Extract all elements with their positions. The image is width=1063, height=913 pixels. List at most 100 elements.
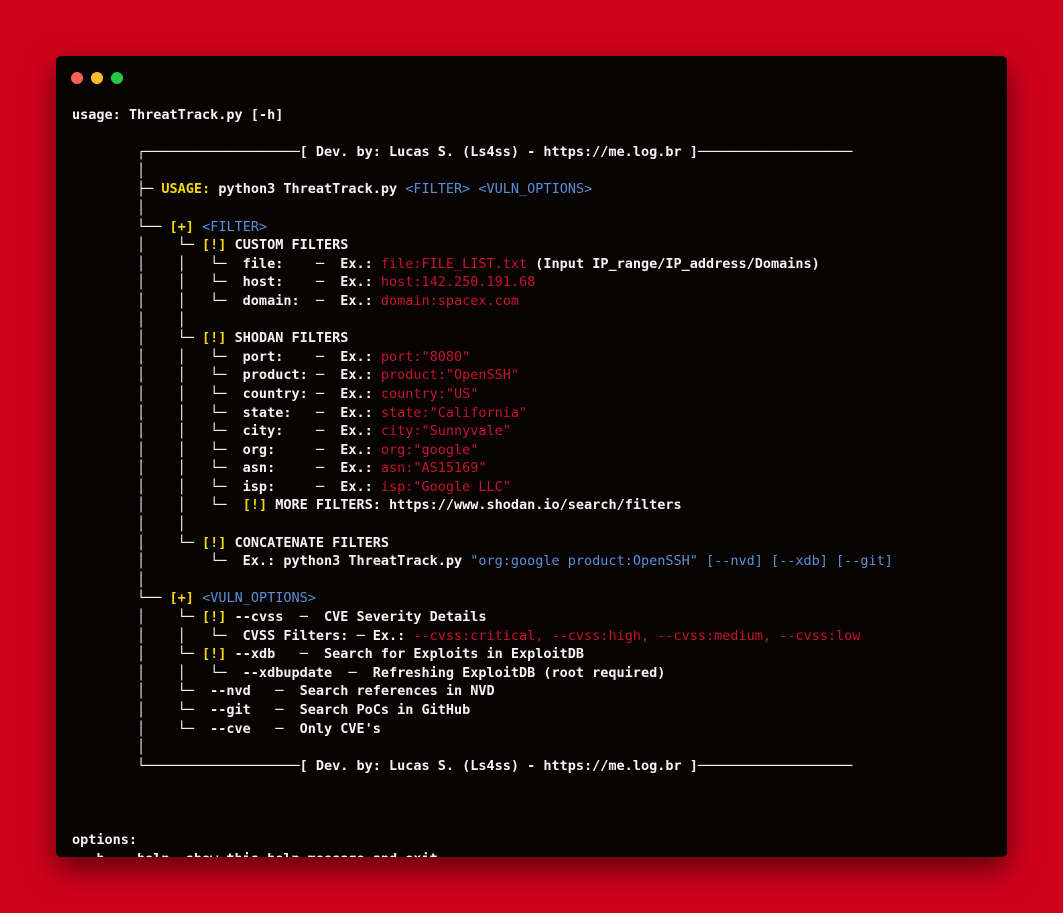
terminal-line: └── [+] <VULN_OPTIONS> <box>72 589 1007 608</box>
terminal-text-segment: │ └─ <box>72 237 203 254</box>
terminal-text-segment: └── <box>72 218 170 235</box>
terminal-text-segment: ┌───────────────────[ Dev. by: Lucas S. … <box>72 144 853 161</box>
terminal-text-segment: │ <box>72 739 146 756</box>
terminal-text-segment: state:"California" <box>380 404 528 421</box>
terminal-text-segment: CONCATENATE FILTERS <box>226 534 389 551</box>
terminal-text-segment: │ │ └─ state: ─ Ex.: <box>72 404 381 421</box>
terminal-text-segment: usage: ThreatTrack.py [-h] <box>72 107 284 123</box>
terminal-text-segment: └── <box>72 590 170 607</box>
terminal-window: usage: ThreatTrack.py [-h] ┌────────────… <box>56 56 1007 857</box>
terminal-line: usage: ThreatTrack.py [-h] <box>72 106 1007 125</box>
terminal-line: │ │ └─ product: ─ Ex.: product:"OpenSSH" <box>72 366 1007 385</box>
terminal-text-segment: python3 ThreatTrack.py <box>210 181 406 198</box>
terminal-text-segment: MORE FILTERS: https://www.shodan.io/sear… <box>267 497 682 514</box>
terminal-text-segment: [!] <box>202 330 227 347</box>
terminal-text-segment: [+] <box>169 590 194 607</box>
terminal-line: │ │ └─ port: ─ Ex.: port:"8080" <box>72 348 1007 367</box>
close-window-button[interactable] <box>71 72 83 84</box>
terminal-text-segment: [!] <box>202 534 227 551</box>
terminal-line: │ <box>72 199 1007 218</box>
terminal-text-segment: SHODAN FILTERS <box>226 330 349 347</box>
terminal-line: │ │ └─ state: ─ Ex.: state:"California" <box>72 404 1007 423</box>
terminal-line: │ │ └─ org: ─ Ex.: org:"google" <box>72 441 1007 460</box>
terminal-text-segment: country:"US" <box>380 385 479 402</box>
terminal-line: ┌───────────────────[ Dev. by: Lucas S. … <box>72 143 1007 162</box>
terminal-text-segment: └───────────────────[ Dev. by: Lucas S. … <box>72 757 853 774</box>
terminal-line: │ └─ --cve ─ Only CVE's <box>72 720 1007 739</box>
terminal-text-segment: │ └─ --cve ─ Only CVE's <box>72 720 381 737</box>
terminal-text-segment: │ └─ --nvd ─ Search references in NVD <box>72 683 495 700</box>
terminal-text-segment: -h, --help show this help message and ex… <box>72 851 438 857</box>
terminal-text-segment: │ │ <box>72 516 186 533</box>
terminal-line: │ │ └─ CVSS Filters: ─ Ex.: --cvss:criti… <box>72 627 1007 646</box>
terminal-text-segment: │ └─ <box>72 534 203 551</box>
terminal-text-segment: │ │ └─ org: ─ Ex.: <box>72 441 381 458</box>
terminal-output[interactable]: usage: ThreatTrack.py [-h] ┌────────────… <box>72 106 1007 857</box>
terminal-text-segment: │ │ └─ --xdbupdate ─ Refreshing ExploitD… <box>72 664 666 681</box>
terminal-text-segment: org:"google" <box>380 441 479 458</box>
terminal-line: │ │ <box>72 311 1007 330</box>
terminal-text-segment: --cvss ─ CVE Severity Details <box>226 609 487 626</box>
terminal-text-segment: --xdb ─ Search for Exploits in ExploitDB <box>226 646 585 663</box>
terminal-line: │ <box>72 571 1007 590</box>
terminal-text-segment: product:"OpenSSH" <box>380 367 520 384</box>
terminal-text-segment: port:"8080" <box>380 348 471 365</box>
terminal-text-segment: USAGE: <box>161 181 211 198</box>
terminal-line: │ └─ --nvd ─ Search references in NVD <box>72 682 1007 701</box>
terminal-line: -h, --help show this help message and ex… <box>72 850 1007 857</box>
terminal-text-segment: │ │ └─ domain: ─ Ex.: <box>72 292 381 309</box>
terminal-text-segment: │ │ └─ CVSS Filters: ─ Ex.: <box>72 627 414 644</box>
terminal-line: │ └─ [!] --cvss ─ CVE Severity Details <box>72 608 1007 627</box>
terminal-text-segment: │ │ └─ <box>72 497 243 514</box>
terminal-text-segment: isp:"Google LLC" <box>380 478 511 495</box>
terminal-text-segment: │ │ └─ isp: ─ Ex.: <box>72 478 381 495</box>
terminal-text-segment: domain:spacex.com <box>380 292 520 309</box>
terminal-line: │ │ └─ [!] MORE FILTERS: https://www.sho… <box>72 496 1007 515</box>
terminal-text-segment: │ │ └─ product: ─ Ex.: <box>72 367 381 384</box>
terminal-line: │ <box>72 162 1007 181</box>
terminal-line: ├─ USAGE: python3 ThreatTrack.py <FILTER… <box>72 180 1007 199</box>
terminal-line: │ └─ [!] SHODAN FILTERS <box>72 329 1007 348</box>
terminal-text-segment: host:142.250.191.68 <box>380 274 536 291</box>
terminal-line: │ │ └─ --xdbupdate ─ Refreshing ExploitD… <box>72 664 1007 683</box>
terminal-text-segment: file:FILE_LIST.txt <box>380 255 528 272</box>
terminal-line: │ │ └─ isp: ─ Ex.: isp:"Google LLC" <box>72 478 1007 497</box>
terminal-text-segment: │ │ <box>72 311 186 328</box>
terminal-text-segment: city:"Sunnyvale" <box>380 423 511 440</box>
terminal-line: │ │ └─ host: ─ Ex.: host:142.250.191.68 <box>72 273 1007 292</box>
terminal-text-segment: options: <box>72 832 138 849</box>
terminal-line: └───────────────────[ Dev. by: Lucas S. … <box>72 757 1007 776</box>
terminal-text-segment: --cvss:critical, --cvss:high, --cvss:med… <box>413 627 861 644</box>
terminal-line: │ └─ [!] CONCATENATE FILTERS <box>72 534 1007 553</box>
terminal-text-segment: ├─ <box>72 181 162 198</box>
terminal-text-segment: │ <box>72 571 146 588</box>
terminal-line: │ │ └─ domain: ─ Ex.: domain:spacex.com <box>72 292 1007 311</box>
terminal-text-segment: [!] <box>242 497 268 514</box>
terminal-line: │ │ <box>72 515 1007 534</box>
terminal-line: │ └─ [!] CUSTOM FILTERS <box>72 236 1007 255</box>
terminal-text-segment: [!] <box>202 237 227 254</box>
terminal-line: │ <box>72 738 1007 757</box>
terminal-text-segment: CUSTOM FILTERS <box>226 237 349 254</box>
terminal-text-segment: │ └─ --git ─ Search PoCs in GitHub <box>72 702 471 718</box>
terminal-text-segment: [!] <box>202 609 227 626</box>
minimize-window-button[interactable] <box>91 72 103 84</box>
terminal-line: │ └─ Ex.: python3 ThreatTrack.py "org:go… <box>72 552 1007 571</box>
terminal-line: │ │ └─ file: ─ Ex.: file:FILE_LIST.txt (… <box>72 255 1007 274</box>
terminal-text-segment: <VULN_OPTIONS> <box>202 590 316 607</box>
terminal-line: │ │ └─ asn: ─ Ex.: asn:"AS15169" <box>72 459 1007 478</box>
terminal-line: │ └─ --git ─ Search PoCs in GitHub <box>72 701 1007 720</box>
terminal-line: │ │ └─ city: ─ Ex.: city:"Sunnyvale" <box>72 422 1007 441</box>
terminal-line: │ └─ [!] --xdb ─ Search for Exploits in … <box>72 645 1007 664</box>
terminal-text-segment: <FILTER> <VULN_OPTIONS> <box>405 181 593 198</box>
zoom-window-button[interactable] <box>111 72 123 84</box>
terminal-text-segment: │ │ └─ file: ─ Ex.: <box>72 255 381 272</box>
terminal-text-segment: (Input IP_range/IP_address/Domains) <box>527 255 820 272</box>
terminal-line: options: <box>72 831 1007 850</box>
terminal-text-segment: │ └─ <box>72 609 203 626</box>
